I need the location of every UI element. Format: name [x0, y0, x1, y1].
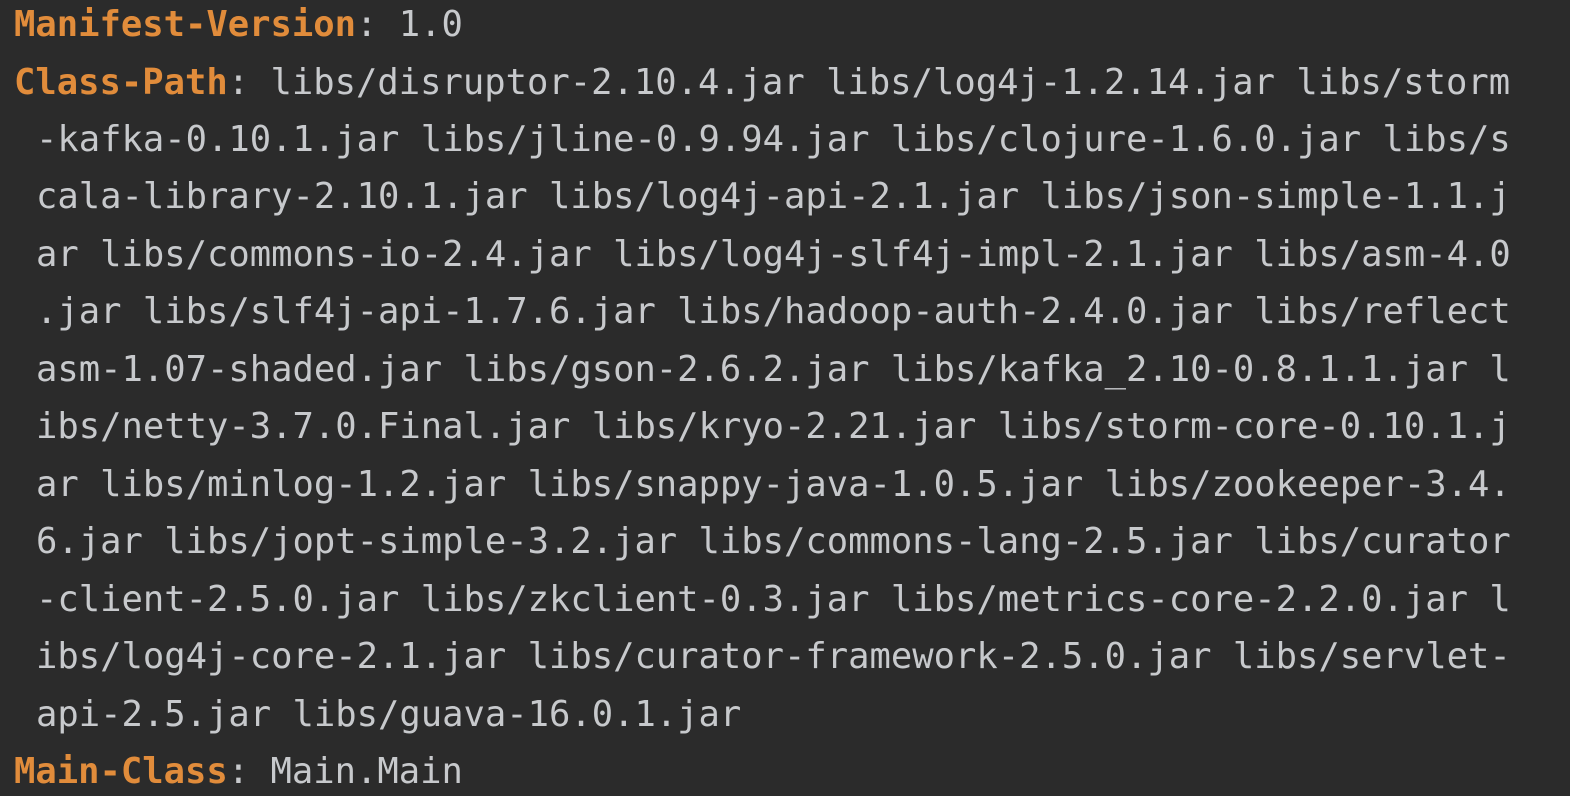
class-path-continuation-7: ibs/netty-3.7.0.Final.jar libs/kryo-2.21… [36, 406, 1511, 447]
class-path-value-line-1: libs/disruptor-2.10.4.jar libs/log4j-1.2… [270, 62, 1511, 103]
main-class-separator: : [227, 751, 271, 792]
class-path-continuation-6: asm-1.07-shaded.jar libs/gson-2.6.2.jar … [36, 349, 1511, 390]
class-path-continuation-5: .jar libs/slf4j-api-1.7.6.jar libs/hadoo… [36, 291, 1511, 332]
manifest-version-value: 1.0 [398, 4, 463, 45]
class-path-continuation-4: ar libs/commons-io-2.4.jar libs/log4j-sl… [36, 234, 1511, 275]
main-class-key: Main-Class [14, 751, 228, 792]
class-path-continuation-3: cala-library-2.10.1.jar libs/log4j-api-2… [36, 176, 1511, 217]
class-path-continuation-8: ar libs/minlog-1.2.jar libs/snappy-java-… [36, 464, 1511, 505]
class-path-continuation-11: ibs/log4j-core-2.1.jar libs/curator-fram… [36, 636, 1511, 677]
class-path-continuation-12: api-2.5.jar libs/guava-16.0.1.jar [36, 694, 742, 735]
class-path-key: Class-Path [14, 62, 228, 103]
main-class-line: Main-Class: Main.Main [14, 743, 463, 796]
class-path-separator: : [227, 62, 271, 103]
class-path-continuation-2: -kafka-0.10.1.jar libs/jline-0.9.94.jar … [36, 119, 1511, 160]
main-class-value: Main.Main [270, 751, 463, 792]
manifest-editor[interactable]: Manifest-Version: 1.0 Class-Path: libs/d… [0, 0, 1570, 796]
class-path-line: Class-Path: libs/disruptor-2.10.4.jar li… [14, 54, 1510, 111]
manifest-version-line: Manifest-Version: 1.0 [14, 0, 463, 53]
manifest-version-separator: : [355, 4, 399, 45]
class-path-continuation-9: 6.jar libs/jopt-simple-3.2.jar libs/comm… [36, 521, 1511, 562]
manifest-version-key: Manifest-Version [14, 4, 356, 45]
class-path-continuation-10: -client-2.5.0.jar libs/zkclient-0.3.jar … [36, 579, 1511, 620]
